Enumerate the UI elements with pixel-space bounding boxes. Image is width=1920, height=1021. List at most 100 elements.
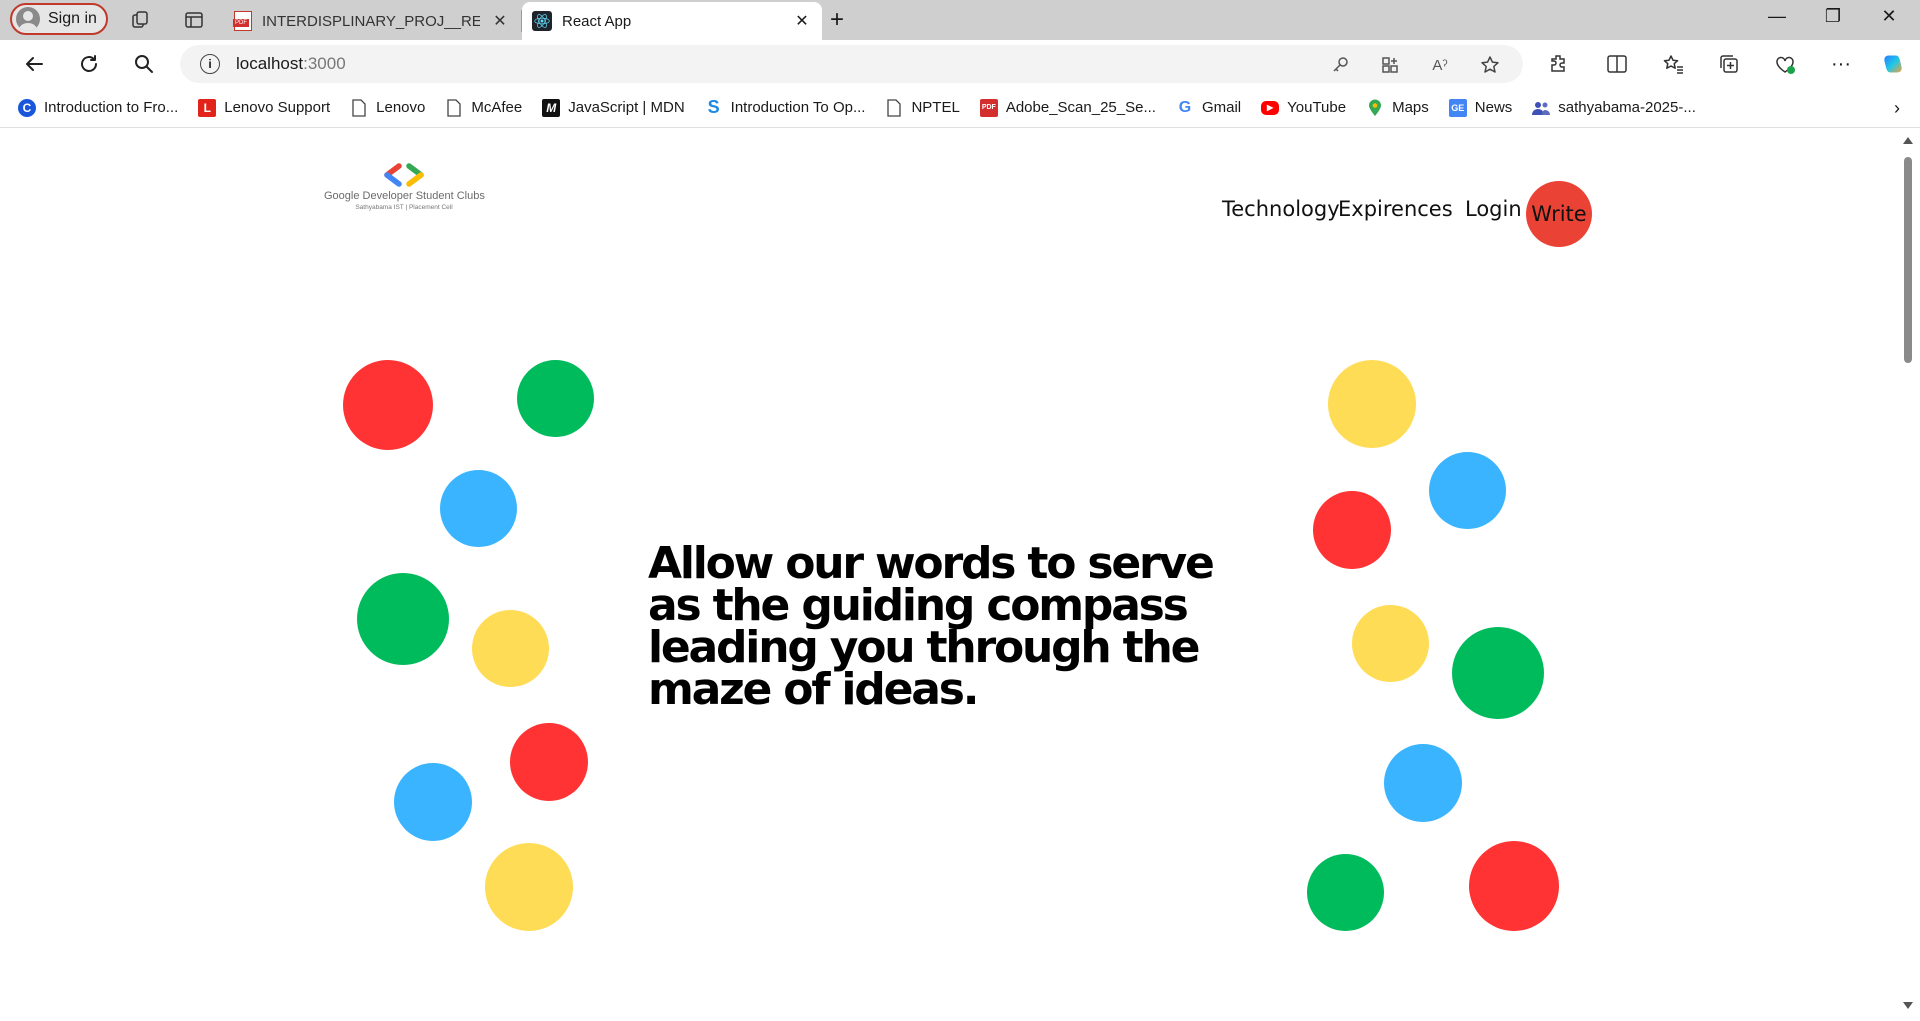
workspaces-icon[interactable] [128, 8, 152, 32]
split-screen-icon[interactable] [1606, 53, 1628, 75]
browser-toolbar: i localhost:3000 Aˀ ··· [0, 40, 1920, 88]
decorative-dot-green [1307, 854, 1384, 931]
tab-react-app[interactable]: React App ✕ [522, 2, 822, 40]
address-port: :3000 [303, 54, 346, 73]
decorative-dot-red [343, 360, 433, 450]
react-icon [532, 11, 552, 31]
decorative-dot-green [1452, 627, 1544, 719]
more-options-icon[interactable]: ··· [1830, 53, 1852, 75]
bookmark-label: News [1474, 99, 1513, 116]
gdsc-logo: Google Developer Student Clubs Sathyabam… [324, 163, 485, 211]
address-host: localhost [236, 54, 304, 73]
pdf-icon: PDF [979, 98, 998, 117]
extensions-icon[interactable] [1548, 53, 1570, 75]
google-news-icon: GE [1448, 98, 1467, 117]
browser-essentials-icon[interactable] [1774, 53, 1796, 75]
hero-heading: Allow our words to serve as the guiding … [648, 538, 1215, 715]
bookmark-item[interactable]: M JavaScript | MDN [542, 98, 685, 117]
nav-technology-link[interactable]: Technology [1222, 197, 1340, 221]
bookmarks-bar: C Introduction to Fro... L Lenovo Suppor… [0, 88, 1920, 128]
address-bar[interactable]: i localhost:3000 Aˀ [180, 45, 1523, 83]
scroll-down-arrow-icon[interactable] [1903, 1002, 1913, 1009]
decorative-dot-yellow [485, 843, 573, 931]
bookmark-item[interactable]: S Introduction To Op... [705, 97, 866, 117]
logo-subtitle: Sathyabama IST | Placement Cell [355, 204, 453, 211]
new-tab-plus-icon[interactable]: + [830, 6, 844, 34]
bookmark-label: Introduction To Op... [730, 99, 866, 116]
bookmark-label: JavaScript | MDN [568, 99, 685, 116]
decorative-dot-red [510, 723, 588, 801]
close-window-icon[interactable]: ✕ [1866, 6, 1912, 27]
vertical-tabs-icon[interactable] [182, 8, 206, 32]
site-info-icon[interactable]: i [200, 54, 220, 74]
google-g-icon: G [1178, 98, 1192, 116]
page-icon [885, 98, 903, 117]
sign-in-label: Sign in [48, 10, 97, 27]
decorative-dot-green [517, 360, 594, 437]
bookmark-label: Adobe_Scan_25_Se... [1005, 99, 1156, 116]
bookmark-label: YouTube [1287, 99, 1347, 116]
bookmark-item[interactable]: C Introduction to Fro... [18, 98, 178, 117]
scrollbar-thumb[interactable] [1904, 157, 1912, 363]
decorative-dot-blue [394, 763, 472, 841]
copilot-icon[interactable] [1882, 53, 1904, 75]
favorites-icon[interactable] [1662, 53, 1684, 75]
sign-in-button[interactable]: Sign in [10, 3, 108, 35]
nav-login-link[interactable]: Login [1465, 197, 1522, 221]
write-button[interactable]: Write [1526, 181, 1592, 247]
nav-experiences-link[interactable]: Expirences [1338, 197, 1453, 221]
read-aloud-icon[interactable]: Aˀ [1430, 55, 1450, 75]
restore-icon[interactable]: ❐ [1810, 6, 1856, 27]
chevron-right-icon[interactable]: › [1894, 98, 1900, 119]
page-icon [350, 98, 368, 117]
tab-title: React App [562, 12, 632, 30]
profile-avatar-icon [16, 7, 40, 31]
people-icon [1532, 99, 1551, 117]
decorative-dot-blue [440, 470, 517, 547]
minimize-icon[interactable]: — [1754, 6, 1800, 27]
bookmark-item[interactable]: McAfee [445, 98, 523, 117]
bookmark-item[interactable]: sathyabama-2025-... [1532, 99, 1696, 117]
decorative-dot-yellow [1352, 605, 1429, 682]
back-arrow-icon[interactable] [22, 52, 46, 76]
decorative-dot-yellow [1328, 360, 1416, 448]
youtube-icon: ▶ [1261, 100, 1280, 115]
tab-title: INTERDISPLINARY_PROJ__REPOR [262, 12, 480, 30]
decorative-dot-blue [1384, 744, 1462, 822]
decorative-dot-red [1469, 841, 1559, 931]
bookmark-item[interactable]: Maps [1366, 99, 1429, 117]
page-scrollbar[interactable] [1900, 129, 1916, 1017]
bookmark-item[interactable]: L Lenovo Support [198, 98, 331, 117]
bookmark-label: NPTEL [911, 99, 960, 116]
bookmark-item[interactable]: ▶ YouTube [1261, 99, 1346, 116]
bookmark-label: Gmail [1201, 99, 1242, 116]
bookmark-item[interactable]: Lenovo [350, 98, 426, 117]
bookmark-label: McAfee [471, 99, 523, 116]
tab-pdf-report[interactable]: PDF INTERDISPLINARY_PROJ__REPOR ✕ [224, 2, 522, 40]
app-available-icon[interactable] [1380, 55, 1400, 75]
decorative-dot-green [357, 573, 449, 665]
mdn-icon: M [542, 98, 561, 117]
page-viewport: Google Developer Student Clubs Sathyabam… [4, 129, 1900, 1017]
bookmark-item[interactable]: PDF Adobe_Scan_25_Se... [979, 98, 1156, 117]
c-icon: C [18, 98, 36, 117]
close-tab-icon[interactable]: ✕ [792, 11, 812, 31]
bookmark-label: Lenovo Support [224, 99, 331, 116]
pdf-icon: PDF [233, 11, 252, 31]
close-tab-icon[interactable]: ✕ [490, 11, 510, 31]
page-icon [445, 98, 463, 117]
bookmark-item[interactable]: NPTEL [885, 98, 960, 117]
lenovo-l-icon: L [198, 98, 217, 117]
favorite-star-icon[interactable] [1480, 55, 1500, 75]
bookmark-item[interactable]: G Gmail [1176, 99, 1241, 117]
bookmark-label: Lenovo [376, 99, 426, 116]
browser-tab-bar: Sign in PDF INTERDISPLINARY_PROJ__REPOR … [0, 0, 1920, 40]
collections-icon[interactable] [1718, 53, 1740, 75]
maps-pin-icon [1366, 99, 1384, 117]
scroll-up-arrow-icon[interactable] [1903, 137, 1913, 144]
bookmark-item[interactable]: GE News [1448, 98, 1513, 117]
refresh-icon[interactable] [77, 52, 101, 76]
key-icon[interactable] [1330, 55, 1350, 75]
bookmark-label: Maps [1392, 99, 1429, 116]
search-icon[interactable] [132, 52, 156, 76]
